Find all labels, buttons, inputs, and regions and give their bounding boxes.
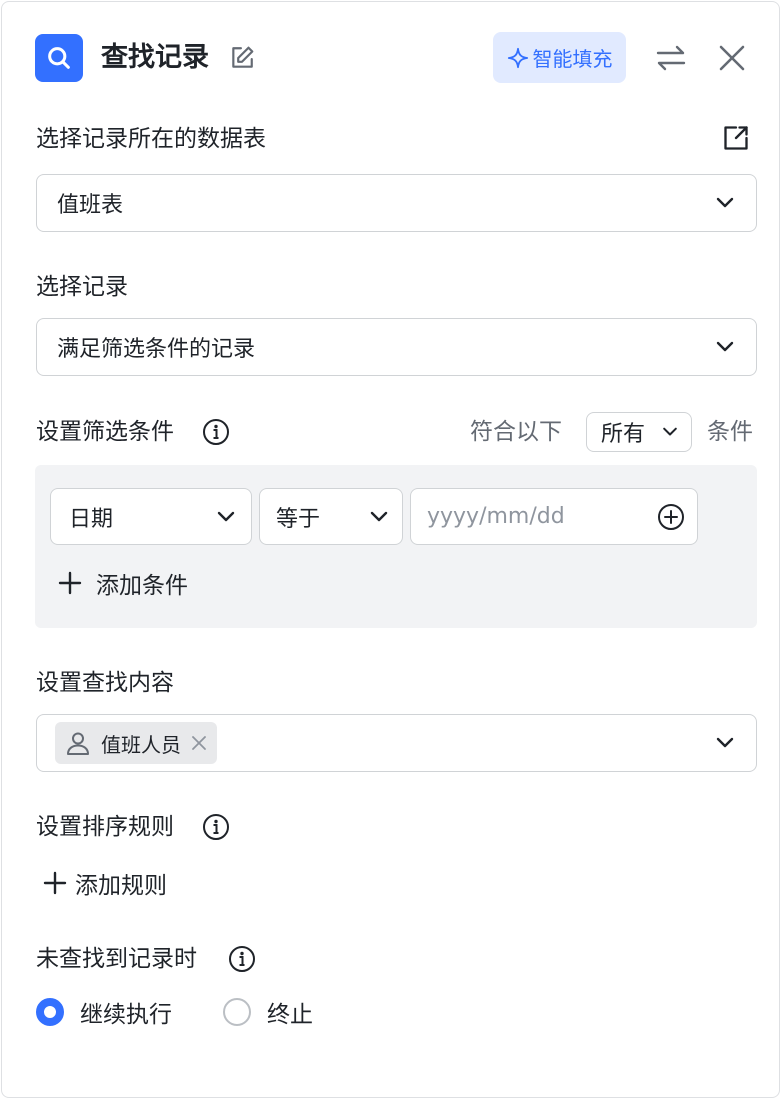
chevron-down-icon [659, 421, 681, 443]
radio-selected-icon [36, 998, 64, 1026]
record-select[interactable]: 满足筛选条件的记录 [36, 318, 757, 376]
table-select-value: 值班表 [57, 193, 124, 218]
match-mode-select[interactable]: 所有 [586, 412, 692, 452]
info-icon[interactable] [228, 945, 256, 973]
condition-date-input[interactable]: yyyy/mm/dd [410, 488, 698, 545]
chevron-down-icon [368, 506, 390, 528]
radio-continue-label: 继续执行 [80, 1002, 172, 1028]
info-icon[interactable] [202, 418, 230, 446]
chevron-down-icon [714, 732, 736, 754]
add-rule-button[interactable]: 添加规则 [43, 866, 167, 900]
sparkle-icon [507, 47, 528, 68]
radio-terminate-label: 终止 [267, 1002, 313, 1028]
condition-field-value: 日期 [69, 506, 114, 532]
add-condition-label: 添加条件 [96, 573, 188, 599]
smart-fill-button[interactable]: 智能填充 [493, 32, 626, 83]
add-rule-label: 添加规则 [75, 873, 167, 899]
person-icon [67, 732, 89, 755]
chevron-down-icon [215, 506, 237, 528]
plus-icon [43, 871, 67, 895]
condition-field-select[interactable]: 日期 [50, 488, 252, 545]
sort-section-label: 设置排序规则 [36, 814, 174, 840]
radio-terminate[interactable]: 终止 [223, 997, 313, 1028]
table-select[interactable]: 值班表 [36, 174, 757, 232]
date-placeholder: yyyy/mm/dd [427, 504, 565, 529]
chevron-down-icon [714, 336, 736, 358]
find-section-label: 设置查找内容 [36, 670, 174, 696]
chevron-down-icon [714, 192, 736, 214]
field-tag: 值班人员 [55, 722, 217, 764]
match-mode-value: 所有 [601, 422, 646, 447]
condition-operator-select[interactable]: 等于 [259, 488, 403, 545]
panel-title: 查找记录 [101, 42, 209, 73]
find-content-select[interactable]: 值班人员 [36, 714, 757, 772]
filter-section-label: 设置筛选条件 [36, 419, 174, 445]
condition-operator-value: 等于 [276, 506, 321, 532]
match-suffix: 条件 [707, 419, 753, 445]
radio-unselected-icon [223, 998, 251, 1026]
field-tag-label: 值班人员 [101, 732, 181, 757]
swap-icon[interactable] [652, 40, 690, 76]
close-icon[interactable] [714, 40, 750, 76]
record-section-label: 选择记录 [36, 274, 128, 300]
info-icon[interactable] [202, 813, 230, 841]
add-circle-icon[interactable] [657, 503, 685, 531]
add-condition-button[interactable]: 添加条件 [58, 566, 188, 600]
smart-fill-label: 智能填充 [532, 47, 613, 71]
match-prefix: 符合以下 [470, 419, 562, 445]
remove-tag-icon[interactable] [191, 735, 207, 751]
edit-icon[interactable] [228, 44, 256, 72]
open-external-icon[interactable] [722, 124, 750, 152]
plus-icon [58, 571, 82, 595]
search-icon [35, 34, 83, 82]
record-select-value: 满足筛选条件的记录 [57, 337, 256, 362]
not-found-section-label: 未查找到记录时 [36, 946, 197, 972]
table-section-label: 选择记录所在的数据表 [36, 126, 266, 152]
radio-continue[interactable]: 继续执行 [36, 997, 172, 1028]
